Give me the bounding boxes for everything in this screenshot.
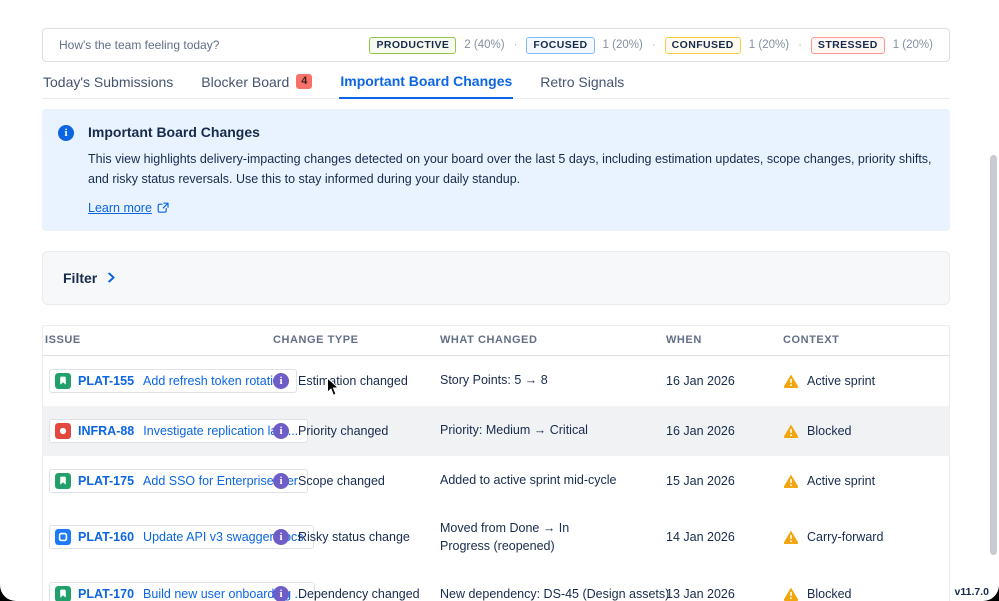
mood-count-confused: 1 (20%) (748, 39, 790, 51)
banner-description: This view highlights delivery-impacting … (88, 152, 932, 187)
change-type-label: Scope changed (298, 473, 385, 488)
issue-link[interactable]: INFRA-88 Investigate replication lag ... (49, 418, 309, 443)
mood-count-stressed: 1 (20%) (892, 39, 933, 51)
table-row: PLAT-160 Update API v3 swagger docs i Ri… (43, 506, 949, 570)
tab-blocker-board[interactable]: Blocker Board 4 (200, 71, 313, 98)
context-cell: Active sprint (781, 373, 949, 389)
board-changes-table: ISSUE CHANGE TYPE WHAT CHANGED WHEN CONT… (42, 324, 950, 601)
issue-key: PLAT-160 (78, 530, 135, 545)
mood-badge-stressed: STRESSED (810, 36, 885, 54)
mood-badge-focused: FOCUSED (526, 36, 595, 54)
issue-link[interactable]: PLAT-175 Add SSO for Enterprise Tier (49, 468, 308, 493)
when-cell: 16 Jan 2026 (666, 373, 735, 388)
table-row: INFRA-88 Investigate replication lag ...… (43, 405, 949, 456)
change-type-cell: i Dependency changed (271, 586, 438, 601)
info-icon: i (58, 125, 74, 141)
context-cell: Active sprint (781, 473, 949, 489)
context-label: Carry-forward (807, 530, 884, 545)
change-type-cell: i Scope changed (271, 472, 438, 489)
external-link-icon (157, 202, 169, 213)
warning-icon (783, 587, 799, 601)
what-changed-cell: New dependency: DS-45 (Design assets) (440, 586, 670, 601)
mood-count-productive: 2 (40%) (464, 39, 505, 51)
story-icon (55, 472, 71, 489)
mood-bar: How's the team feeling today? PRODUCTIVE… (42, 28, 950, 62)
column-header-issue: ISSUE (45, 333, 81, 346)
change-type-label: Dependency changed (298, 587, 420, 601)
filter-expander[interactable]: Filter (42, 250, 950, 305)
dot-separator: · (513, 39, 518, 51)
blocker-count-badge: 4 (296, 74, 313, 89)
tab-important-board-changes[interactable]: Important Board Changes (339, 71, 514, 99)
filter-label: Filter (63, 269, 98, 286)
change-info-icon: i (273, 472, 289, 489)
change-info-icon: i (273, 422, 289, 439)
table-row: PLAT-175 Add SSO for Enterprise Tier i S… (43, 456, 949, 506)
change-type-cell: i Priority changed (271, 422, 438, 439)
change-info-icon: i (273, 586, 289, 601)
column-header-when: WHEN (666, 333, 702, 346)
vertical-scrollbar-thumb[interactable] (990, 155, 997, 555)
change-type-cell: i Risky status change (271, 529, 438, 546)
banner-content: Important Board Changes This view highli… (88, 124, 934, 217)
context-label: Blocked (807, 423, 852, 438)
warning-icon (783, 374, 799, 388)
issue-summary: Add refresh token rotation (143, 373, 287, 388)
issue-key: PLAT-175 (78, 473, 135, 488)
dot-separator: · (651, 39, 656, 51)
change-type-label: Priority changed (298, 423, 389, 438)
table-row: PLAT-155 Add refresh token rotation i Es… (43, 356, 949, 406)
change-type-label: Estimation changed (298, 373, 408, 388)
info-banner: i Important Board Changes This view high… (42, 109, 950, 231)
table-header: ISSUE CHANGE TYPE WHAT CHANGED WHEN CONT… (43, 326, 949, 356)
story-icon (55, 372, 71, 389)
mood-question: How's the team feeling today? (59, 38, 220, 52)
banner-title: Important Board Changes (88, 124, 260, 140)
what-changed-cell: Story Points: 5 → 8 (440, 373, 548, 388)
mood-badge-productive: PRODUCTIVE (369, 36, 457, 54)
context-cell: Blocked (781, 423, 949, 439)
change-info-icon: i (273, 372, 289, 389)
chevron-right-icon (108, 272, 115, 283)
what-changed-cell: Added to active sprint mid-cycle (440, 473, 617, 488)
mood-count-focused: 1 (20%) (602, 39, 643, 51)
column-header-context: CONTEXT (783, 333, 840, 346)
tab-bar: Today's Submissions Blocker Board 4 Impo… (42, 71, 950, 99)
what-changed-cell: Moved from Done → In Progress (reopened) (440, 520, 570, 554)
when-cell: 14 Jan 2026 (666, 530, 735, 545)
when-cell: 13 Jan 2026 (666, 587, 735, 601)
when-cell: 15 Jan 2026 (666, 473, 735, 488)
context-cell: Carry-forward (781, 529, 949, 545)
tab-todays-submissions[interactable]: Today's Submissions (42, 71, 174, 98)
app-version: v11.7.0 (954, 586, 989, 598)
what-changed-cell: Priority: Medium → Critical (440, 423, 588, 438)
mood-badge-confused: CONFUSED (664, 36, 741, 54)
column-header-what-changed: WHAT CHANGED (440, 333, 538, 346)
dot-separator: · (798, 39, 802, 51)
app-window: How's the team feeling today? PRODUCTIVE… (0, 0, 999, 601)
issue-key: PLAT-170 (78, 587, 135, 601)
story-icon (55, 586, 71, 601)
mood-stats: PRODUCTIVE 2 (40%) · FOCUSED 1 (20%) · C… (369, 36, 933, 54)
bug-icon (55, 422, 71, 439)
warning-icon (783, 474, 799, 488)
warning-icon (783, 530, 799, 545)
issue-link[interactable]: PLAT-155 Add refresh token rotation (49, 368, 297, 393)
context-label: Active sprint (807, 473, 876, 488)
learn-more-link[interactable]: Learn more (88, 201, 169, 215)
warning-icon (783, 424, 799, 438)
issue-key: INFRA-88 (78, 423, 135, 438)
change-type-label: Risky status change (298, 530, 410, 545)
column-header-change-type: CHANGE TYPE (273, 333, 359, 346)
change-info-icon: i (273, 529, 289, 546)
table-row: PLAT-170 Build new user onboarding ... i… (43, 569, 949, 601)
context-cell: Blocked (781, 586, 949, 601)
issue-key: PLAT-155 (78, 373, 135, 388)
task-icon (55, 529, 71, 546)
when-cell: 16 Jan 2026 (666, 423, 735, 438)
context-label: Blocked (807, 587, 852, 601)
change-type-cell: i Estimation changed (271, 372, 438, 389)
tab-retro-signals[interactable]: Retro Signals (539, 71, 625, 98)
context-label: Active sprint (807, 373, 876, 388)
